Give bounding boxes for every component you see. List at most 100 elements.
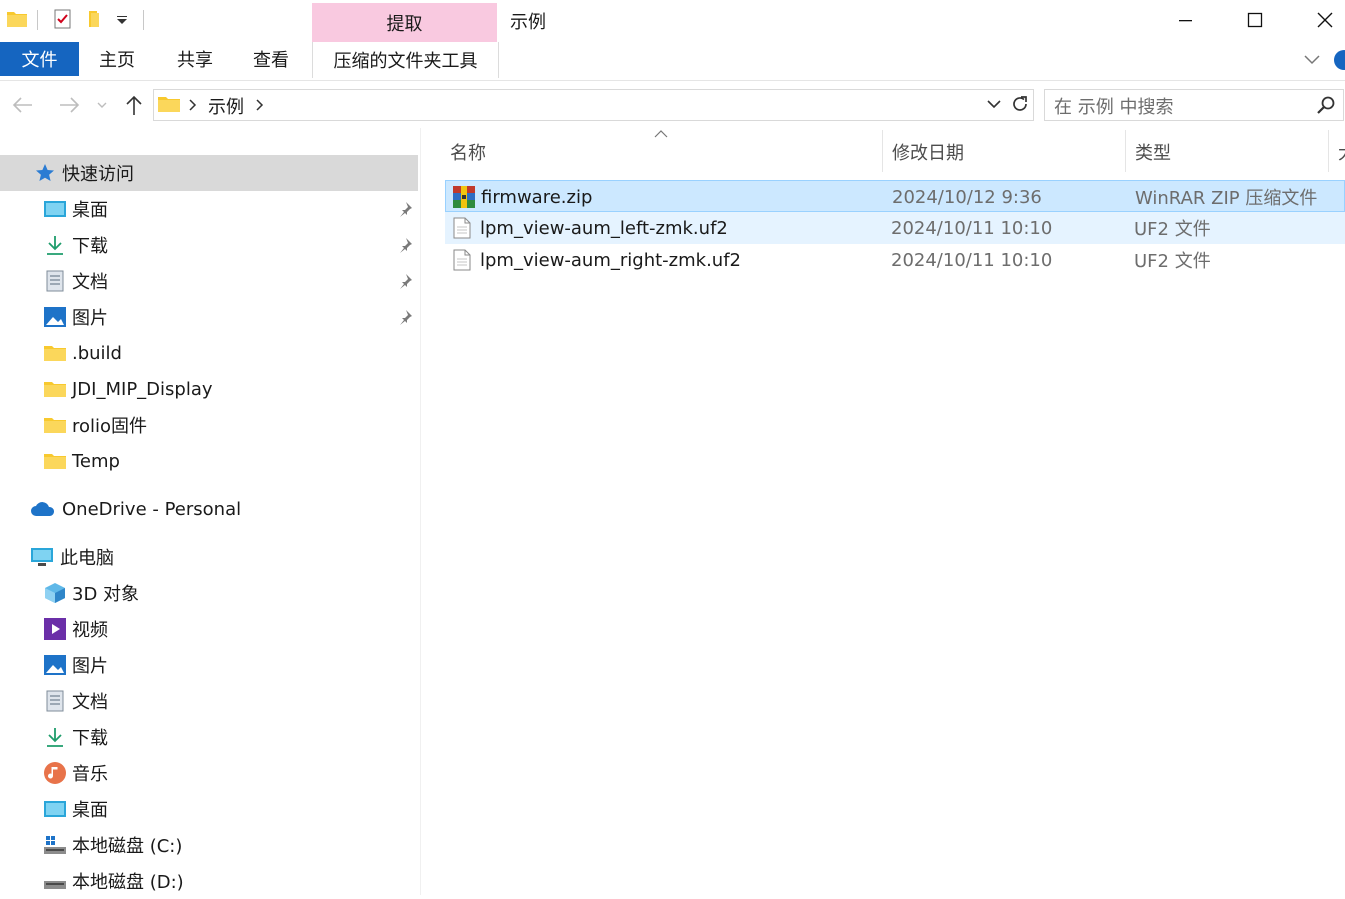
nav-label: 文档 <box>72 272 108 293</box>
nav-label: 图片 <box>72 308 108 329</box>
nav-item-rolio-firmware[interactable]: rolio固件 <box>0 407 418 443</box>
folder-icon <box>158 97 180 112</box>
table-row[interactable]: lpm_view-aum_left-zmk.uf2 2024/10/11 10:… <box>445 212 1345 244</box>
column-divider[interactable] <box>1125 130 1126 172</box>
document-icon <box>44 270 66 292</box>
cloud-icon <box>30 498 56 520</box>
folder-icon <box>44 342 66 364</box>
nav-onedrive[interactable]: OneDrive - Personal <box>0 491 418 527</box>
file-modified: 2024/10/12 9:36 <box>892 186 1042 208</box>
drive-icon <box>44 870 66 892</box>
nav-label: 音乐 <box>72 764 108 785</box>
nav-item-drive-c[interactable]: 本地磁盘 (C:) <box>0 827 418 863</box>
nav-item-videos[interactable]: 视频 <box>0 611 418 647</box>
nav-item-3d-objects[interactable]: 3D 对象 <box>0 575 418 611</box>
pane-splitter[interactable] <box>420 128 421 895</box>
nav-label: 3D 对象 <box>72 584 140 605</box>
file-name: lpm_view-aum_right-zmk.uf2 <box>480 249 741 271</box>
file-icon <box>453 212 471 244</box>
search-placeholder: 在 示例 中搜索 <box>1054 97 1174 118</box>
title-bar <box>0 0 1345 42</box>
pin-icon[interactable] <box>397 309 413 325</box>
properties-icon[interactable] <box>52 9 74 29</box>
column-header-modified[interactable]: 修改日期 <box>892 137 964 167</box>
address-dropdown-icon[interactable] <box>986 98 1002 110</box>
column-header-name[interactable]: 名称 <box>450 137 486 167</box>
nav-item-music[interactable]: 音乐 <box>0 755 418 791</box>
nav-item-downloads-pc[interactable]: 下载 <box>0 719 418 755</box>
up-arrow-icon[interactable] <box>124 94 144 116</box>
back-arrow-icon[interactable] <box>12 95 34 115</box>
nav-label: 此电脑 <box>60 548 114 569</box>
file-name: lpm_view-aum_left-zmk.uf2 <box>480 217 728 239</box>
music-icon <box>44 762 66 784</box>
pin-icon[interactable] <box>397 237 413 253</box>
desktop-icon <box>44 198 66 220</box>
nav-quick-access[interactable]: 快速访问 <box>0 155 418 191</box>
desktop-icon <box>44 798 66 820</box>
nav-this-pc[interactable]: 此电脑 <box>0 539 418 575</box>
nav-item-pictures-pc[interactable]: 图片 <box>0 647 418 683</box>
recent-locations-icon[interactable] <box>96 100 108 110</box>
nav-label: 下载 <box>72 728 108 749</box>
tab-view[interactable]: 查看 <box>242 42 300 76</box>
forward-arrow-icon[interactable] <box>58 95 80 115</box>
maximize-icon <box>1247 12 1263 28</box>
nav-item-desktop-pc[interactable]: 桌面 <box>0 791 418 827</box>
file-type: UF2 文件 <box>1134 219 1211 240</box>
nav-item-drive-d[interactable]: 本地磁盘 (D:) <box>0 863 418 899</box>
download-icon <box>44 234 66 256</box>
refresh-icon[interactable] <box>1010 94 1030 114</box>
3d-objects-icon <box>44 582 66 604</box>
document-icon <box>44 690 66 712</box>
nav-label: 本地磁盘 (D:) <box>72 872 184 893</box>
nav-label: .build <box>72 342 122 364</box>
nav-label: rolio固件 <box>72 416 148 437</box>
nav-item-desktop[interactable]: 桌面 <box>0 191 418 227</box>
column-header-type[interactable]: 类型 <box>1135 137 1171 167</box>
nav-label: JDI_MIP_Display <box>72 378 213 400</box>
nav-label: 图片 <box>72 656 108 677</box>
breadcrumb-current[interactable]: 示例 <box>208 93 244 119</box>
new-folder-icon[interactable] <box>84 9 106 29</box>
chevron-right-icon[interactable] <box>255 98 265 112</box>
nav-item-documents[interactable]: 文档 <box>0 263 418 299</box>
table-row[interactable]: lpm_view-aum_right-zmk.uf2 2024/10/11 10… <box>445 244 1345 276</box>
chevron-down-icon[interactable] <box>116 16 128 26</box>
file-type: WinRAR ZIP 压缩文件 <box>1135 188 1318 209</box>
address-bar[interactable] <box>153 89 1034 121</box>
minimize-button[interactable] <box>1150 0 1220 40</box>
separator <box>37 10 38 30</box>
file-name: firmware.zip <box>481 186 593 208</box>
nav-item-pictures[interactable]: 图片 <box>0 299 418 335</box>
maximize-button[interactable] <box>1220 0 1290 40</box>
nav-item-temp[interactable]: Temp <box>0 443 418 479</box>
column-divider[interactable] <box>882 130 883 172</box>
expand-ribbon-icon[interactable] <box>1303 53 1321 67</box>
nav-label: 视频 <box>72 620 108 641</box>
tab-compressed-folder-tools[interactable]: 压缩的文件夹工具 <box>312 42 499 78</box>
table-row[interactable]: firmware.zip 2024/10/12 9:36 WinRAR ZIP … <box>445 180 1345 212</box>
nav-item-build[interactable]: .build <box>0 335 418 371</box>
file-icon <box>453 244 471 276</box>
window-title: 示例 <box>510 12 546 33</box>
winrar-zip-icon <box>452 181 476 213</box>
pin-icon[interactable] <box>397 201 413 217</box>
file-type: UF2 文件 <box>1134 251 1211 272</box>
search-icon[interactable] <box>1316 95 1336 115</box>
nav-item-jdi-mip-display[interactable]: JDI_MIP_Display <box>0 371 418 407</box>
pin-icon[interactable] <box>397 273 413 289</box>
column-divider[interactable] <box>1328 130 1329 172</box>
nav-label: 本地磁盘 (C:) <box>72 836 183 857</box>
column-header-size[interactable]: 大 <box>1338 137 1345 167</box>
tab-file[interactable]: 文件 <box>0 42 79 76</box>
tab-share[interactable]: 共享 <box>166 42 224 76</box>
folder-icon <box>7 12 27 27</box>
chevron-right-icon[interactable] <box>188 98 198 112</box>
close-button[interactable] <box>1290 0 1345 40</box>
nav-item-downloads[interactable]: 下载 <box>0 227 418 263</box>
context-tab-header: 提取 <box>312 3 497 43</box>
nav-label: 文档 <box>72 692 108 713</box>
nav-item-documents-pc[interactable]: 文档 <box>0 683 418 719</box>
tab-home[interactable]: 主页 <box>88 42 146 76</box>
